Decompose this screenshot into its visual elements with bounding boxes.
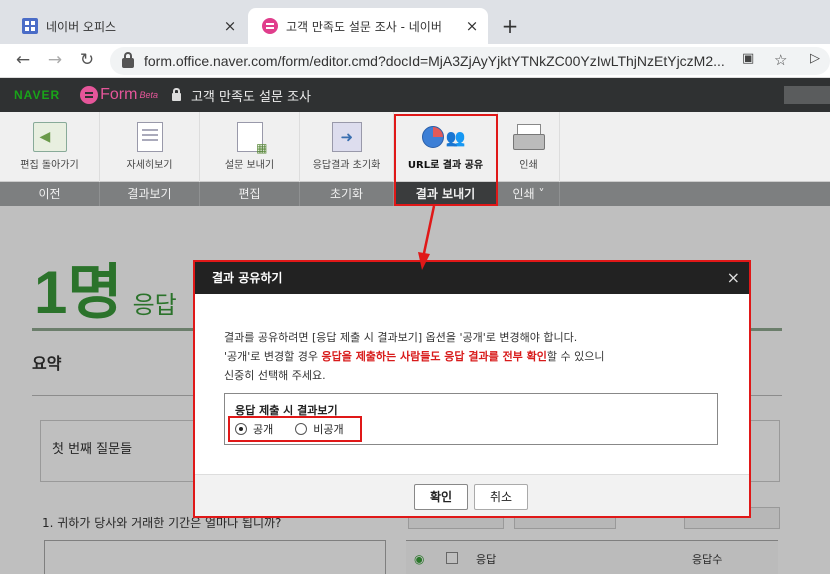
annotation-arrow: [418, 205, 436, 270]
